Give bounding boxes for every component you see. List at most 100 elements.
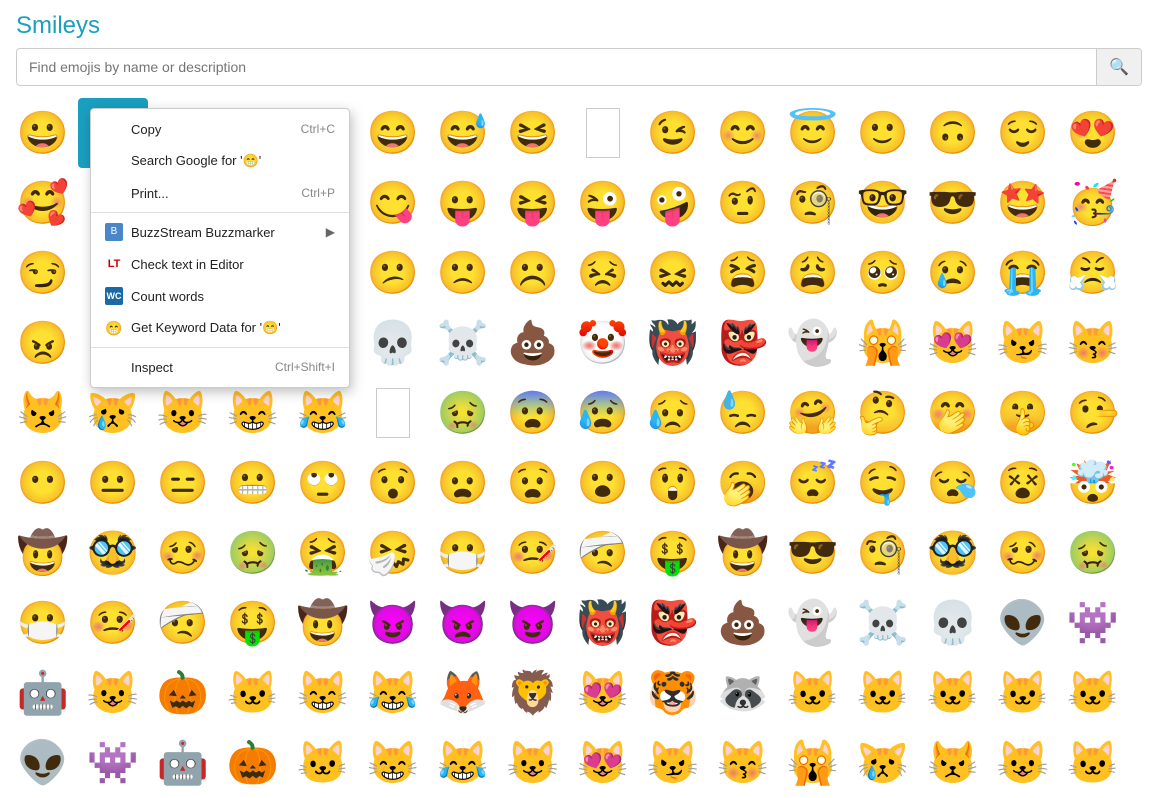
emoji-cell[interactable]: 😤 [1058,238,1128,308]
emoji-cell[interactable]: 👺 [638,588,708,658]
emoji-cell[interactable]: 😕 [358,238,428,308]
emoji-cell[interactable]: 😻 [568,658,638,728]
emoji-cell[interactable]: 🤗 [778,378,848,448]
emoji-cell[interactable]: 😿 [78,378,148,448]
emoji-cell[interactable]: 🤮 [288,518,358,588]
emoji-cell[interactable]: 🤭 [918,378,988,448]
emoji-cell[interactable]: 🤧 [358,518,428,588]
emoji-cell[interactable]: 👻 [778,308,848,378]
emoji-cell[interactable]: 🤕 [148,588,218,658]
emoji-cell[interactable]: 😶 [8,448,78,518]
emoji-cell[interactable]: 🤖 [148,728,218,798]
emoji-cell[interactable]: 🐱 [848,658,918,728]
emoji-cell[interactable]: 😜 [568,168,638,238]
emoji-cell[interactable]: 😾 [8,378,78,448]
emoji-cell[interactable]: 😝 [498,168,568,238]
emoji-cell[interactable]: 😼 [638,728,708,798]
emoji-cell[interactable]: 🤠 [288,588,358,658]
emoji-cell[interactable]: 🤑 [638,518,708,588]
emoji-cell[interactable]: 🤨 [708,168,778,238]
emoji-cell[interactable]: 🙀 [848,308,918,378]
emoji-cell[interactable]: 🧐 [778,168,848,238]
emoji-cell[interactable]: 🥳 [1058,168,1128,238]
search-button[interactable]: 🔍 [1096,49,1141,85]
emoji-cell[interactable]: 😲 [638,448,708,518]
emoji-cell[interactable]: 🤠 [708,518,778,588]
emoji-cell[interactable]: 😇 [778,98,848,168]
emoji-cell[interactable]: 🤥 [1058,378,1128,448]
emoji-cell[interactable]: 🤢 [1058,518,1128,588]
emoji-cell[interactable]: 😀 [8,98,78,168]
emoji-cell[interactable]: 😻 [918,308,988,378]
emoji-cell[interactable]: 🥴 [988,518,1058,588]
emoji-cell[interactable]: 🤖 [8,658,78,728]
emoji-cell[interactable]: 😿 [848,728,918,798]
emoji-cell[interactable]: 😅 [428,98,498,168]
emoji-cell[interactable]: 🐱 [1058,728,1128,798]
emoji-cell[interactable]: 😷 [8,588,78,658]
emoji-cell[interactable]: 👺 [708,308,778,378]
emoji-cell[interactable]: 😛 [428,168,498,238]
emoji-cell[interactable]: 🤪 [638,168,708,238]
emoji-cell[interactable]: 👹 [638,308,708,378]
emoji-cell[interactable]: 😭 [988,238,1058,308]
emoji-cell[interactable]: 👽 [988,588,1058,658]
emoji-cell[interactable]: 🤑 [218,588,288,658]
emoji-cell[interactable]: 🦝 [708,658,778,728]
emoji-cell[interactable]: 🤒 [498,518,568,588]
emoji-cell[interactable]: 🥴 [148,518,218,588]
emoji-cell[interactable]: 👻 [778,588,848,658]
emoji-cell[interactable]: 😸 [288,658,358,728]
search-input[interactable] [17,51,1096,83]
emoji-cell[interactable]: 🦁 [498,658,568,728]
emoji-cell[interactable]: 😑 [148,448,218,518]
emoji-cell[interactable]: 👾 [78,728,148,798]
emoji-cell[interactable]: 😸 [358,728,428,798]
emoji-cell[interactable]: 👹 [568,588,638,658]
emoji-cell[interactable]: 😉 [638,98,708,168]
emoji-cell[interactable]: 🥱 [708,448,778,518]
emoji-cell[interactable]: 😣 [568,238,638,308]
emoji-cell[interactable]: 😐 [78,448,148,518]
emoji-cell[interactable]: 😋 [358,168,428,238]
emoji-cell[interactable]: 😫 [708,238,778,308]
ctx-keyword-data[interactable]: 😁 Get Keyword Data for '😁' [91,312,349,344]
emoji-cell[interactable]: 🤔 [848,378,918,448]
emoji-cell[interactable]: 😖 [638,238,708,308]
emoji-cell[interactable]: 🙄 [288,448,358,518]
emoji-cell[interactable]: 😨 [498,378,568,448]
emoji-cell[interactable]: 😺 [988,728,1058,798]
emoji-cell[interactable]: 😪 [918,448,988,518]
emoji-cell[interactable] [358,378,428,448]
emoji-cell[interactable]: 😾 [918,728,988,798]
emoji-cell[interactable]: 😷 [428,518,498,588]
emoji-cell[interactable]: 🤫 [988,378,1058,448]
emoji-cell[interactable]: 🥸 [78,518,148,588]
emoji-cell[interactable]: 🐱 [918,658,988,728]
emoji-cell[interactable]: 🎃 [148,658,218,728]
emoji-cell[interactable]: 😽 [1058,308,1128,378]
emoji-cell[interactable]: 🙂 [848,98,918,168]
ctx-check-text[interactable]: LT Check text in Editor [91,248,349,280]
emoji-cell[interactable]: 🥰 [8,168,78,238]
emoji-cell[interactable]: 🎃 [218,728,288,798]
emoji-cell[interactable]: 💀 [358,308,428,378]
emoji-cell[interactable]: 🐱 [778,658,848,728]
emoji-cell[interactable]: 😻 [568,728,638,798]
emoji-cell[interactable]: 😹 [288,378,358,448]
emoji-cell[interactable]: 😈 [498,588,568,658]
emoji-cell[interactable]: 😧 [498,448,568,518]
emoji-cell[interactable]: 🥸 [918,518,988,588]
emoji-cell[interactable]: 😺 [498,728,568,798]
emoji-cell[interactable]: 🙃 [918,98,988,168]
ctx-search-google[interactable]: Search Google for '😁' [91,145,349,177]
emoji-cell[interactable]: 😰 [568,378,638,448]
emoji-cell[interactable]: 😄 [358,98,428,168]
emoji-cell[interactable]: 🐯 [638,658,708,728]
emoji-cell[interactable]: 👾 [1058,588,1128,658]
emoji-cell[interactable]: 😹 [428,728,498,798]
emoji-cell[interactable]: 😌 [988,98,1058,168]
emoji-cell[interactable]: 💀 [918,588,988,658]
emoji-cell[interactable]: 😎 [918,168,988,238]
emoji-cell[interactable]: ☹️ [498,238,568,308]
